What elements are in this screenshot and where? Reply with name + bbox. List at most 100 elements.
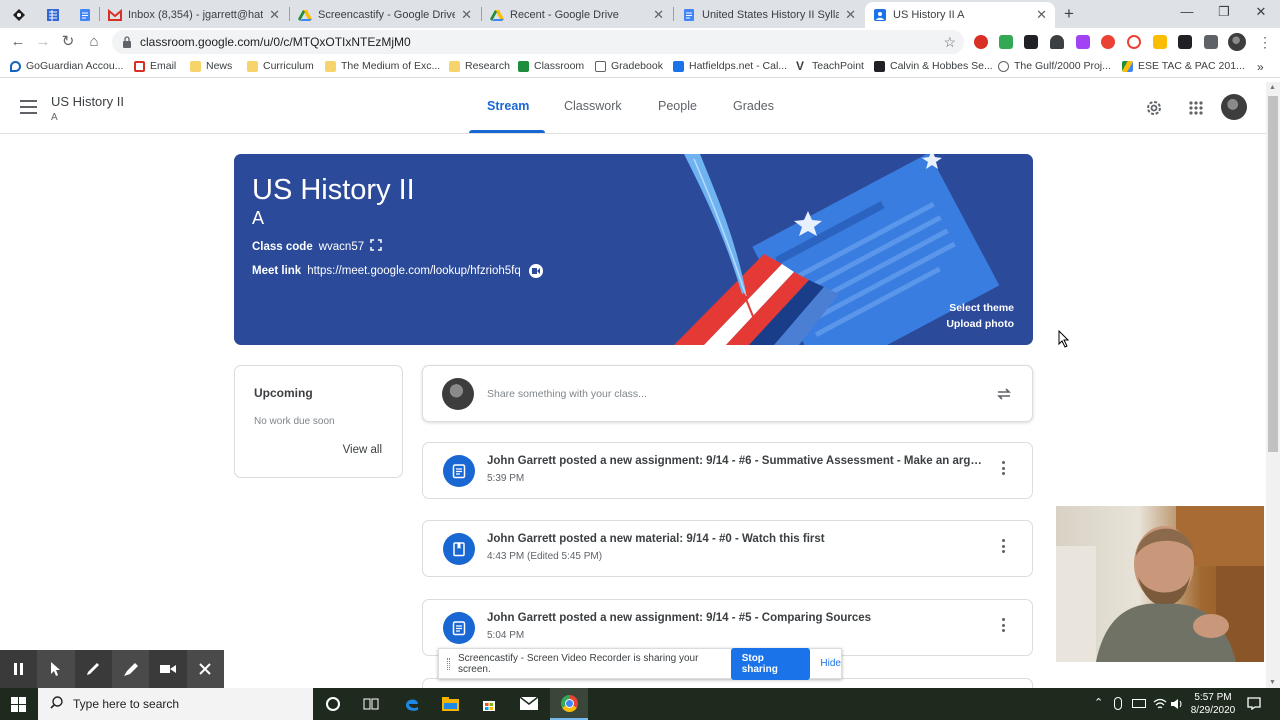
tab-sheets[interactable] (38, 2, 68, 28)
bookmark-item[interactable]: Email (134, 60, 176, 72)
select-theme-link[interactable]: Select theme (949, 302, 1014, 314)
scrollbar-thumb[interactable] (1268, 96, 1278, 452)
post-title[interactable]: John Garrett posted a new assignment: 9/… (487, 612, 982, 624)
bookmark-folder[interactable]: Research (449, 60, 510, 72)
mail-icon[interactable] (519, 696, 539, 715)
bookmarks-overflow-icon[interactable]: » (1257, 60, 1264, 74)
bookmark-item[interactable]: V TeachPoint (796, 60, 864, 73)
hide-button[interactable]: Hide (820, 658, 841, 669)
bookmark-item[interactable]: Classroom (518, 60, 584, 72)
share-placeholder[interactable]: Share something with your class... (487, 388, 647, 400)
tab-gmail[interactable]: Inbox (8,354) - jgarrett@hatfield ✕ (100, 2, 288, 28)
address-bar[interactable]: classroom.google.com/u/0/c/MTQxOTIxNTEzM… (112, 30, 964, 54)
new-tab-icon[interactable]: + (1064, 4, 1074, 24)
window-close-icon[interactable]: ✕ (1246, 4, 1276, 20)
camera-icon[interactable] (149, 650, 186, 688)
account-avatar[interactable] (1221, 94, 1247, 120)
extension-icon[interactable] (999, 35, 1013, 49)
volume-icon[interactable] (1170, 697, 1184, 715)
tab-classwork[interactable]: Classwork (564, 99, 622, 113)
notifications-icon[interactable] (1247, 697, 1261, 715)
task-view-icon[interactable] (363, 697, 379, 716)
opera-extension-icon[interactable] (974, 35, 988, 49)
meet-link[interactable]: https://meet.google.com/lookup/hfzrioh5f… (307, 265, 521, 277)
class-title[interactable]: US History II (51, 94, 124, 109)
bookmark-folder[interactable]: Curriculum (247, 60, 314, 72)
pause-icon[interactable] (0, 650, 37, 688)
cortana-icon[interactable] (326, 697, 340, 711)
close-icon[interactable]: ✕ (653, 7, 664, 23)
chrome-taskbar-button[interactable] (550, 688, 588, 720)
profile-avatar[interactable] (1228, 33, 1246, 51)
scroll-up-icon[interactable]: ▲ (1269, 84, 1276, 91)
tab-people[interactable]: People (658, 99, 697, 113)
bookmark-item[interactable]: Gradebook (595, 60, 663, 72)
forward-icon[interactable]: → (33, 34, 53, 50)
share-box[interactable]: Share something with your class... (422, 365, 1033, 422)
extension-icon[interactable] (1076, 35, 1090, 49)
battery-icon[interactable] (1132, 699, 1146, 708)
page-scrollbar[interactable]: ▲ ▼ (1266, 82, 1280, 688)
microphone-icon[interactable] (1114, 697, 1122, 710)
webcam-preview[interactable] (1056, 506, 1264, 662)
post-title[interactable]: John Garrett posted a new material: 9/14… (487, 533, 982, 545)
gear-icon[interactable] (1145, 99, 1163, 122)
menu-icon[interactable] (20, 100, 37, 114)
reload-icon[interactable]: ↻ (58, 34, 78, 50)
extension-icon[interactable] (1153, 35, 1167, 49)
view-all-link[interactable]: View all (343, 444, 382, 456)
tab-stream[interactable]: Stream (487, 99, 529, 113)
tab-grades[interactable]: Grades (733, 99, 774, 113)
bookmark-folder[interactable]: The Medium of Exc... (325, 60, 440, 72)
repost-icon[interactable] (996, 386, 1012, 407)
bookmark-item[interactable]: Hatfieldps.net - Cal... (673, 60, 787, 72)
windows-start-icon[interactable] (11, 697, 26, 717)
upload-photo-link[interactable]: Upload photo (946, 318, 1014, 330)
back-icon[interactable]: ← (8, 34, 28, 50)
post-title[interactable]: John Garrett posted a new assignment: 9/… (487, 455, 982, 467)
system-clock[interactable]: 5:57 PM 8/29/2020 (1186, 691, 1240, 717)
close-icon[interactable]: ✕ (461, 7, 472, 23)
banner-title[interactable]: US History II (252, 174, 415, 207)
star-icon[interactable]: ☆ (943, 34, 956, 51)
file-explorer-icon[interactable] (442, 697, 459, 716)
more-options-icon[interactable] (998, 536, 1008, 556)
close-icon[interactable]: ✕ (845, 7, 856, 23)
stop-sharing-button[interactable]: Stop sharing (730, 647, 811, 680)
highlighter-icon[interactable] (111, 650, 150, 688)
tab-recent-drive[interactable]: Recent - Google Drive ✕ (482, 2, 672, 28)
wifi-icon[interactable] (1153, 697, 1167, 715)
screencastify-extension-icon[interactable] (1024, 35, 1038, 49)
stream-post[interactable]: John Garrett posted a new assignment: 9/… (422, 442, 1033, 499)
store-icon[interactable] (481, 696, 497, 717)
tray-expand-icon[interactable]: ⌃ (1094, 696, 1103, 709)
bookmark-item[interactable]: GoGuardian Accou... (10, 60, 123, 72)
more-options-icon[interactable] (998, 615, 1008, 635)
bookmark-folder[interactable]: News (190, 60, 232, 72)
target-icon[interactable] (1127, 35, 1141, 49)
fullscreen-icon[interactable] (370, 239, 382, 254)
taskbar-search[interactable]: Type here to search (38, 688, 313, 720)
restore-icon[interactable]: ❐ (1209, 4, 1239, 20)
apps-grid-icon[interactable] (1189, 101, 1203, 120)
more-options-icon[interactable] (998, 458, 1008, 478)
puzzle-icon[interactable] (1204, 35, 1218, 49)
drag-handle-icon[interactable] (447, 657, 450, 670)
edge-icon[interactable] (404, 696, 420, 717)
meet-video-icon[interactable] (528, 264, 543, 278)
tab-screencastify-drive[interactable]: Screencastify - Google Drive ✕ (290, 2, 480, 28)
bookmark-item[interactable]: ESE TAC & PAC 201... (1122, 60, 1245, 72)
bell-icon[interactable] (1050, 35, 1064, 49)
home-icon[interactable]: ⌂ (84, 34, 104, 50)
minimize-icon[interactable]: — (1172, 4, 1202, 19)
bookmark-item[interactable]: The Gulf/2000 Proj... (998, 60, 1111, 72)
tab-docs[interactable] (70, 2, 98, 28)
stream-post[interactable]: John Garrett posted a new material: 9/14… (422, 520, 1033, 577)
more-icon[interactable]: ⋮ (1258, 34, 1272, 51)
pen-icon[interactable] (75, 650, 112, 688)
scroll-down-icon[interactable]: ▼ (1269, 679, 1276, 686)
grid-extension-icon[interactable] (1178, 35, 1192, 49)
extension-icon[interactable] (1101, 35, 1115, 49)
close-icon[interactable] (186, 650, 224, 688)
tab-us-history[interactable]: US History II A ✕ (865, 2, 1055, 28)
